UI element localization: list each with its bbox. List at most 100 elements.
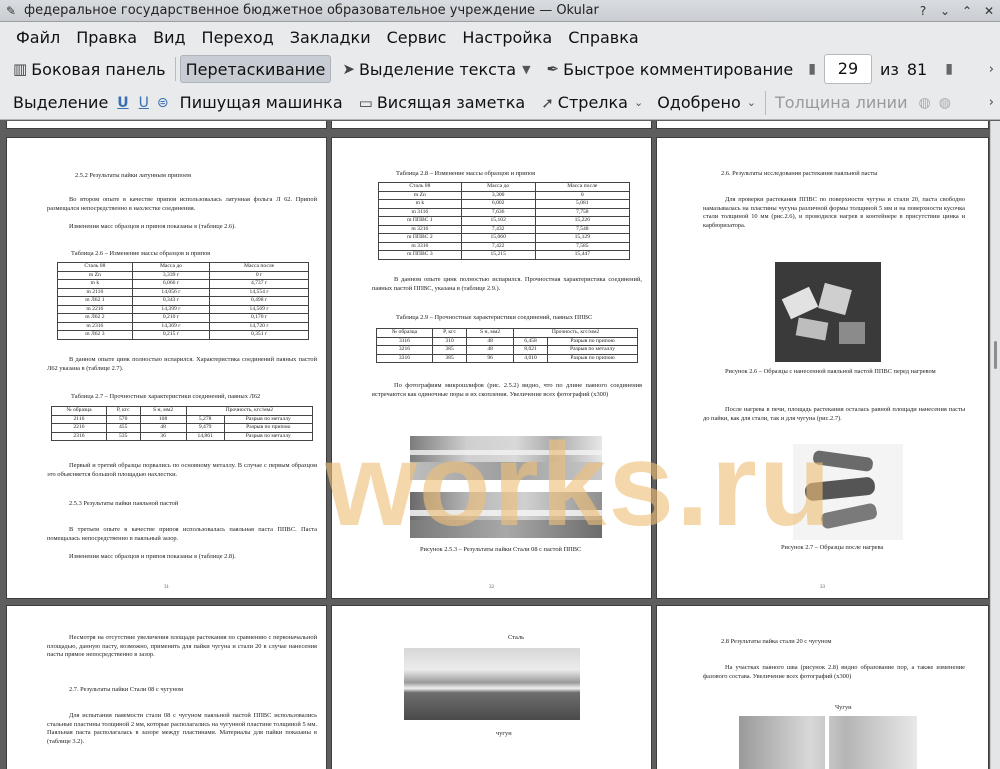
- vertical-scrollbar[interactable]: [990, 121, 1000, 769]
- table-cell: m 3316: [378, 241, 462, 252]
- table-row: m Л62 2 0,210 г 0,170 г: [57, 313, 309, 323]
- table-row: m k 6,066 г 4,737 г: [57, 279, 309, 289]
- figure-label: Сталь: [508, 634, 525, 641]
- opacity-icon[interactable]: ◍: [939, 95, 951, 111]
- table-cell: 3,300: [460, 190, 536, 201]
- strikeout-icon[interactable]: ⊜: [157, 95, 169, 111]
- table-2-6: Сталь 08 Масса до Масса после m Zn 3,339 …: [57, 262, 309, 340]
- table-row: 3116 310 48 6,458 Разрыв по припою: [376, 336, 638, 347]
- paragraph: Для испытания паяемости стали 08 с чугун…: [47, 712, 317, 745]
- table-cell: 14,861: [185, 431, 225, 442]
- heading: 2.8 Результаты пайка стали 20 с чугуном: [721, 638, 832, 645]
- line-width-button[interactable]: Толщина линии: [770, 89, 913, 117]
- window-title: федеральное государственное бюджетное об…: [24, 3, 599, 18]
- table-cell: 15,060: [460, 233, 536, 243]
- minimize-icon[interactable]: ⌄: [934, 4, 956, 18]
- table-row: 2316 535 36 14,861 Разрыв по металлу: [51, 431, 314, 442]
- table-cell: 570: [105, 414, 141, 425]
- table-cell: 8,021: [513, 345, 548, 355]
- page-29-bottom: [331, 121, 652, 129]
- document-page-32: Таблица 2.8 – Изменение массы образцов и…: [331, 137, 652, 599]
- table-header-cell: P, кгс: [105, 406, 141, 416]
- menu-bookmarks[interactable]: Закладки: [282, 28, 379, 47]
- toolbar-overflow-icon[interactable]: ›: [989, 62, 994, 77]
- figure-label: чугун: [496, 730, 512, 737]
- previous-page-icon[interactable]: ▮: [808, 61, 816, 77]
- arrow-button[interactable]: ➚ Стрелка ⌄: [536, 89, 648, 117]
- paragraph: В данном опыте цинк полностью испарился.…: [47, 356, 317, 372]
- table-header-cell: Сталь 08: [378, 182, 462, 192]
- page-number-input[interactable]: 29: [823, 54, 872, 84]
- table-cell: Разрыв по металлу: [223, 431, 314, 442]
- table-row: m Zn 3,339 г0 г: [57, 270, 309, 281]
- maximize-icon[interactable]: ⌃: [956, 4, 978, 18]
- paragraph: Для проверки растекания ППВС по поверхно…: [703, 196, 965, 229]
- document-viewport[interactable]: 2.5.2 Результаты пайки латунным припоем …: [0, 121, 1000, 769]
- table-header-row: Сталь 08 Масса до Масса после: [378, 182, 631, 192]
- menu-help[interactable]: Справка: [560, 28, 647, 47]
- arrow-chevron-down-icon[interactable]: ⌄: [634, 96, 643, 109]
- table-cell: 7,422: [460, 241, 536, 252]
- arrow-icon: ➚: [541, 93, 554, 112]
- toolbar-overflow-icon[interactable]: ›: [989, 95, 994, 110]
- table-row: m 3216 7,432 7,548: [378, 224, 631, 235]
- table-header-row: № образца P, кгс S н, мм2 Прочность, кгс…: [376, 328, 638, 338]
- typewriter-button[interactable]: Пишущая машинка: [175, 89, 348, 117]
- menu-view[interactable]: Вид: [145, 28, 193, 47]
- table-cell: 48: [466, 336, 515, 347]
- table-cell: 7,432: [460, 224, 536, 235]
- table-row: m Zn 3,300 0: [378, 190, 631, 201]
- page-number: 32: [489, 585, 494, 591]
- heading: 2.5.3 Результаты пайки паяльной пастой: [69, 500, 179, 507]
- stamp-chevron-down-icon[interactable]: ⌄: [747, 96, 756, 109]
- page-number: 33: [820, 585, 825, 591]
- text-select-button[interactable]: ➤ Выделение текста ▼: [337, 55, 535, 83]
- stamp-button[interactable]: Одобрено ⌄: [652, 89, 761, 117]
- table-row: 2116 570 108 5,278 Разрыв по металлу: [51, 414, 314, 425]
- chevron-down-icon[interactable]: ▼: [522, 63, 530, 76]
- quick-comment-button[interactable]: ✒ Быстрое комментирование: [542, 55, 799, 83]
- table-2-9: № образца P, кгс S н, мм2 Прочность, кгс…: [376, 328, 638, 364]
- okular-app-icon: ✎: [6, 3, 17, 18]
- line-width-label: Толщина линии: [774, 93, 908, 112]
- table-cell: 455: [105, 423, 141, 433]
- table-cell: Разрыв по припою: [547, 353, 638, 364]
- pop-up-note-button[interactable]: ▭ Висящая заметка: [354, 89, 531, 117]
- next-page-icon[interactable]: ▮: [945, 61, 953, 77]
- menu-edit[interactable]: Правка: [68, 28, 145, 47]
- menu-go[interactable]: Переход: [194, 28, 282, 47]
- document-page-31: 2.5.2 Результаты пайки латунным припоем …: [6, 137, 327, 599]
- close-icon[interactable]: ✕: [978, 4, 1000, 18]
- menu-settings[interactable]: Настройка: [454, 28, 560, 47]
- micrograph-image: [410, 436, 602, 480]
- table-cell: 310: [431, 336, 468, 347]
- scrollbar-thumb[interactable]: [994, 341, 997, 369]
- table-cell: m Л62 1: [57, 296, 133, 306]
- selection-button[interactable]: Выделение: [8, 89, 113, 117]
- table-row: 3316 385 96 4,010 Разрыв по припою: [376, 353, 638, 364]
- drag-mode-button[interactable]: Перетаскивание: [179, 55, 332, 83]
- table-cell: 2316: [51, 431, 107, 442]
- underline-icon[interactable]: U: [117, 95, 128, 111]
- paragraph: В данном опыте цинк полностью испарился.…: [372, 276, 642, 292]
- table-cell: 7,585: [534, 241, 631, 252]
- menu-file[interactable]: Файл: [8, 28, 68, 47]
- table-cell: 14,720 г: [209, 321, 309, 332]
- menu-tools[interactable]: Сервис: [379, 28, 455, 47]
- sidebar-label: Боковая панель: [31, 59, 166, 79]
- heading: 2.6. Результаты исследования растекания …: [721, 170, 878, 177]
- table-row: m ППВС 2 15,060 15,129: [378, 233, 631, 243]
- squiggle-underline-icon[interactable]: U: [139, 95, 149, 111]
- micrograph-image: [404, 648, 580, 720]
- page-30-bottom: [656, 121, 989, 129]
- table-cell: 5,081: [534, 199, 631, 209]
- sidebar-button[interactable]: ▥ Боковая панель: [8, 55, 171, 83]
- table-cell: m 3216: [378, 224, 462, 235]
- table-cell: 48: [466, 345, 515, 355]
- table-cell: m k: [378, 199, 462, 209]
- color-icon[interactable]: ◍: [918, 95, 930, 111]
- table-cell: m ППВС 3: [378, 250, 462, 260]
- help-icon[interactable]: ?: [912, 4, 934, 18]
- table-row: m Л62 1 0,343 г 0,498 г: [57, 296, 309, 306]
- text-select-label: Выделение текста: [358, 59, 517, 79]
